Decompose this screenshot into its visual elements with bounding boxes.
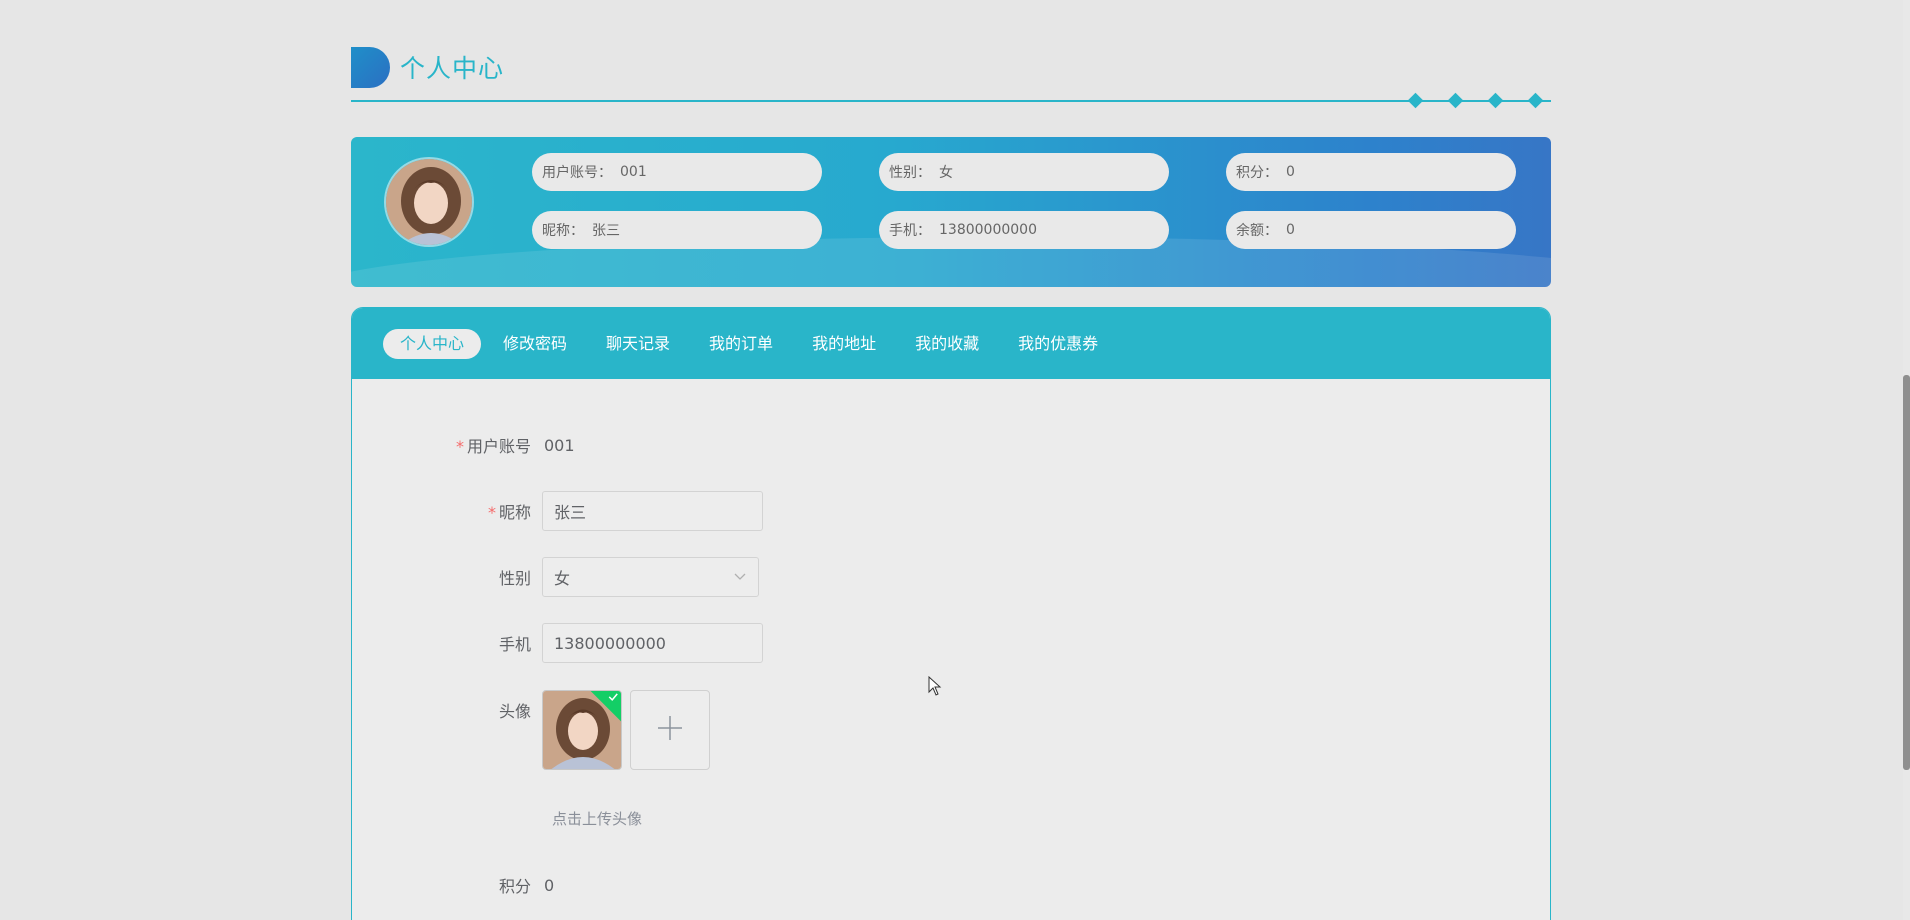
diamond-icon: [1487, 92, 1504, 109]
profile-gender-pill: 性别： 女: [879, 153, 1169, 191]
check-icon: [608, 691, 618, 704]
profile-field-value: 001: [620, 164, 647, 180]
title-badge-icon: [351, 46, 390, 88]
tab-my-orders[interactable]: 我的订单: [692, 329, 790, 359]
profile-field-value: 张三: [592, 223, 620, 239]
profile-field-label: 性别：: [889, 165, 931, 181]
tab-my-favorites[interactable]: 我的收藏: [898, 329, 996, 359]
gender-select[interactable]: 女: [542, 557, 759, 597]
mouse-cursor-icon: [928, 675, 942, 700]
diamond-icon: [1407, 92, 1424, 109]
tab-change-password[interactable]: 修改密码: [486, 329, 584, 359]
avatar-label: 头像: [498, 702, 531, 721]
avatar-thumbnail[interactable]: [542, 690, 622, 770]
account-row: * 用户账号 001: [352, 433, 575, 457]
profile-balance-pill: 余额： 0: [1226, 211, 1516, 249]
profile-banner: 用户账号： 001 性别： 女 积分： 0 昵称： 张三 手机： 1380000…: [351, 137, 1551, 287]
diamond-icon: [1527, 92, 1544, 109]
points-label: 积分: [498, 877, 531, 896]
profile-field-label: 余额：: [1236, 223, 1278, 239]
avatar: [384, 157, 474, 247]
account-value: 001: [544, 435, 575, 455]
required-mark: *: [487, 503, 496, 522]
chevron-down-icon: [734, 570, 746, 584]
profile-phone-pill: 手机： 13800000000: [879, 211, 1169, 249]
profile-field-label: 手机：: [889, 223, 931, 239]
diamond-icon: [1447, 92, 1464, 109]
required-mark: *: [455, 437, 464, 456]
page-title-block: 个人中心: [351, 46, 504, 88]
profile-points-pill: 积分： 0: [1226, 153, 1516, 191]
page-title: 个人中心: [400, 54, 505, 83]
gender-label: 性别: [498, 569, 531, 588]
plus-icon: [656, 714, 684, 746]
upload-hint: 点击上传头像: [552, 810, 643, 828]
nickname-row: * 昵称 张三: [352, 491, 763, 531]
profile-field-value: 0: [1286, 164, 1295, 180]
page-scrollbar[interactable]: [1903, 0, 1910, 920]
profile-field-label: 用户账号：: [542, 165, 612, 181]
profile-field-value: 女: [939, 165, 953, 181]
tab-my-address[interactable]: 我的地址: [795, 329, 893, 359]
profile-account-pill: 用户账号： 001: [532, 153, 822, 191]
avatar-upload-button[interactable]: [630, 690, 710, 770]
tab-bar: 个人中心 修改密码 聊天记录 我的订单 我的地址 我的收藏 我的优惠券: [352, 308, 1550, 379]
points-value: 0: [544, 875, 555, 895]
profile-field-label: 昵称：: [542, 223, 584, 239]
avatar-row: 头像: [352, 690, 710, 770]
tab-chat-history[interactable]: 聊天记录: [589, 329, 687, 359]
profile-field-value: 0: [1286, 222, 1295, 238]
profile-field-value: 13800000000: [939, 222, 1037, 238]
tab-personal-center[interactable]: 个人中心: [383, 328, 482, 359]
title-divider: [351, 100, 1551, 102]
phone-label: 手机: [498, 635, 531, 654]
gender-select-value: 女: [554, 569, 571, 588]
profile-nickname-pill: 昵称： 张三: [532, 211, 822, 249]
profile-field-label: 积分：: [1236, 165, 1278, 181]
phone-input[interactable]: 13800000000: [542, 623, 763, 663]
gender-row: 性别 女: [352, 557, 759, 597]
nickname-input[interactable]: 张三: [542, 491, 763, 531]
points-row: 积分 0: [352, 873, 554, 897]
account-label: * 用户账号: [455, 437, 531, 456]
profile-panel: 个人中心 修改密码 聊天记录 我的订单 我的地址 我的收藏 我的优惠券 * 用户账…: [351, 307, 1551, 920]
nickname-label: * 昵称: [487, 503, 531, 522]
phone-row: 手机 13800000000: [352, 623, 763, 663]
scrollbar-thumb[interactable]: [1903, 375, 1910, 770]
tab-my-coupons[interactable]: 我的优惠券: [1001, 329, 1115, 359]
